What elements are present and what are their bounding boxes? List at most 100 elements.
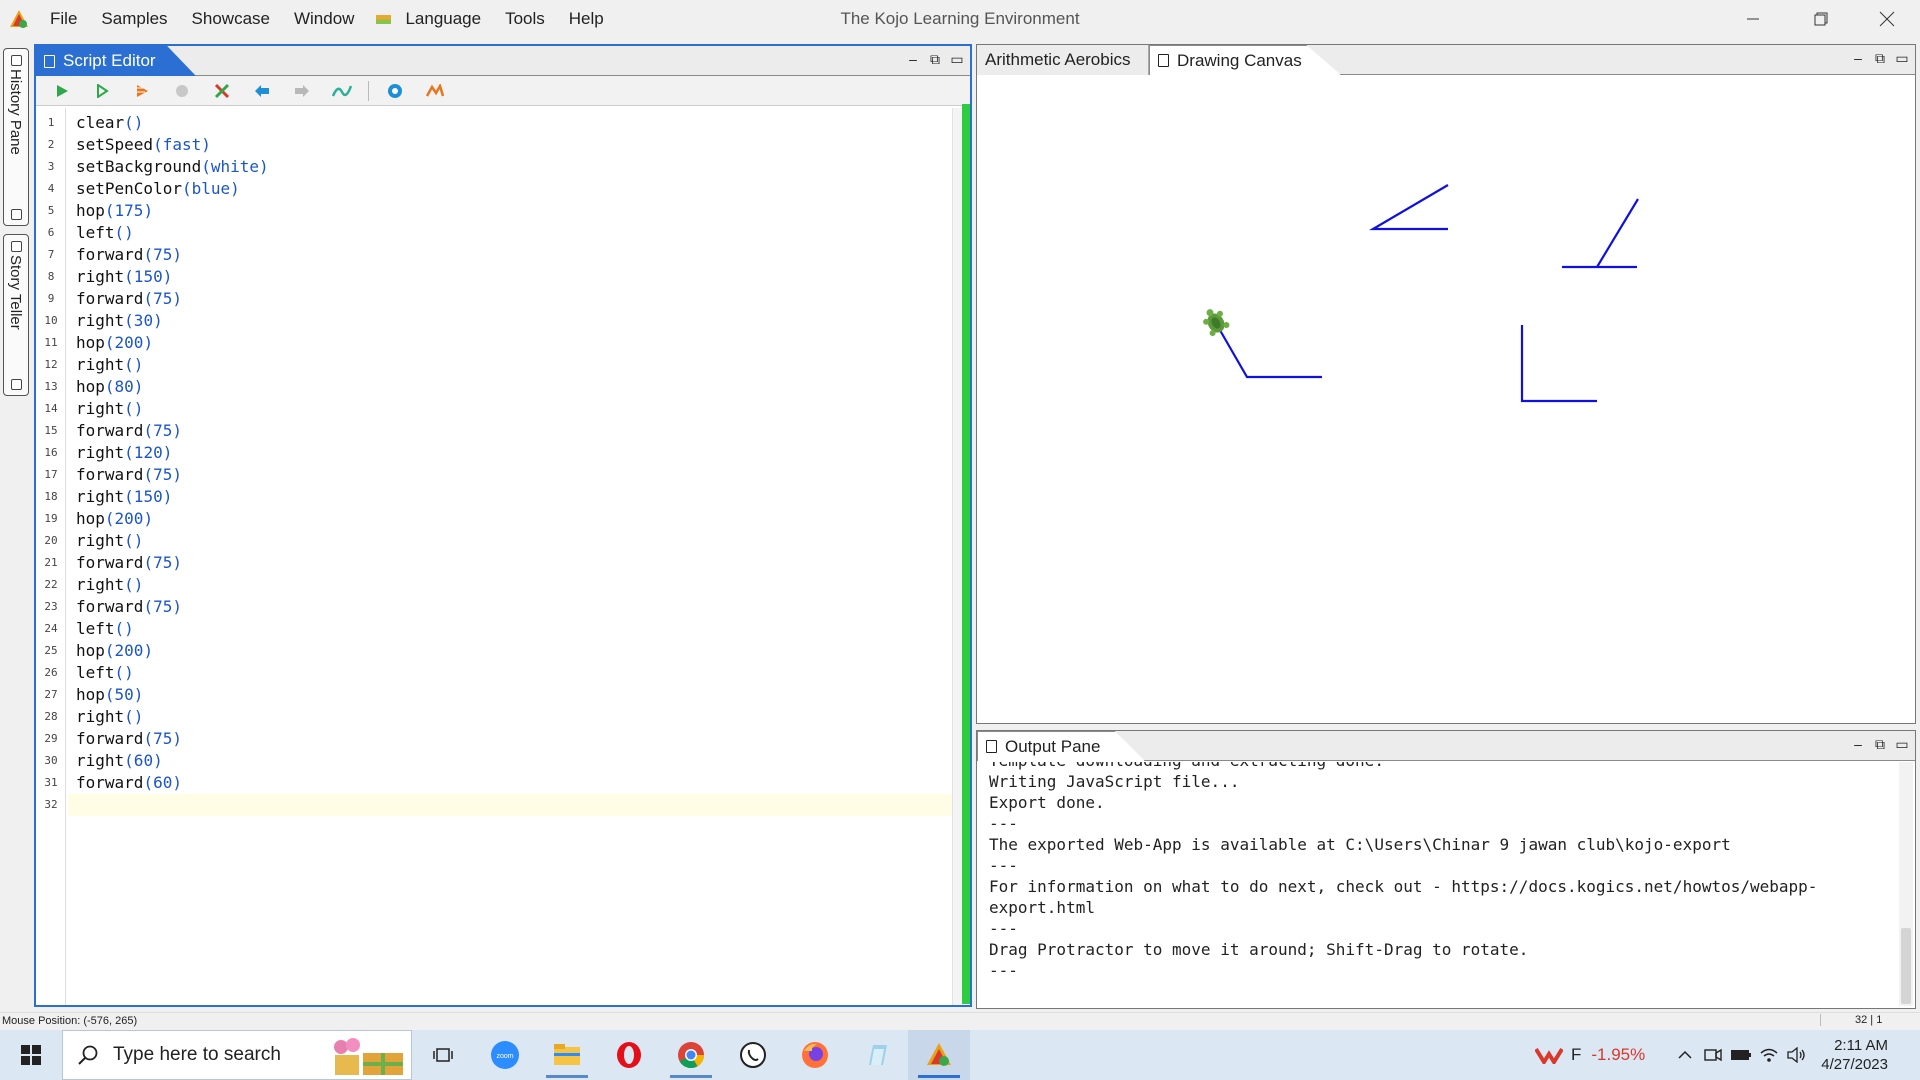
- taskbar-search[interactable]: Type here to search: [62, 1030, 412, 1080]
- code-argument: (50): [104, 685, 144, 704]
- undo-icon: [255, 84, 269, 97]
- menu-help[interactable]: Help: [557, 0, 616, 38]
- file-explorer-app[interactable]: [536, 1030, 598, 1080]
- system-tray: F -1.95% 2:11 AM 4/27/2023: [1535, 1030, 1920, 1080]
- output-scroll-thumb[interactable]: [1901, 928, 1911, 1004]
- code-argument: (75): [143, 245, 182, 264]
- output-text-area[interactable]: Template downloading and extracting done…: [977, 762, 1915, 1008]
- network-button[interactable]: [1755, 1030, 1783, 1080]
- tab-output-pane[interactable]: Output Pane: [977, 731, 1145, 761]
- format-button[interactable]: [328, 79, 356, 103]
- minimize-panel-icon[interactable]: ‒: [1851, 736, 1865, 752]
- code-line: hop(200): [76, 640, 153, 662]
- undo-button[interactable]: [248, 79, 276, 103]
- battery-button[interactable]: [1727, 1030, 1755, 1080]
- menu-showcase[interactable]: Showcase: [180, 0, 282, 38]
- stock-ticker: F: [1571, 1045, 1582, 1064]
- menu-window[interactable]: Window: [282, 0, 366, 38]
- line-number: 29: [44, 732, 58, 745]
- code-line: hop(200): [76, 508, 153, 530]
- menu-language[interactable]: Language: [393, 0, 493, 38]
- drawing-canvas[interactable]: [977, 76, 1915, 723]
- volume-button[interactable]: [1783, 1030, 1811, 1080]
- help-button[interactable]: [381, 79, 409, 103]
- kojo-button[interactable]: [421, 79, 449, 103]
- tab-arithmetic-aerobics-label: Arithmetic Aerobics: [985, 50, 1131, 69]
- canvas-panel-controls: ‒ ⧉ ▭: [1851, 50, 1909, 67]
- output-line: ---: [989, 919, 1018, 938]
- show-hidden-icons-button[interactable]: [1671, 1030, 1699, 1080]
- code-function: right: [76, 575, 125, 594]
- code-function: right: [76, 399, 125, 418]
- clear-button[interactable]: [208, 79, 236, 103]
- maximize-panel-icon[interactable]: ▭: [950, 51, 964, 67]
- code-area[interactable]: 1 2 3 4 5 6 7 8 9 10 11 12 13 14 15 16 17 18 19 20 21 22 23 24 2…: [36, 108, 952, 1005]
- line-number: 4: [47, 182, 55, 195]
- code-function: right: [76, 487, 125, 506]
- pin-icon: [11, 209, 22, 220]
- code-function: hop: [76, 333, 105, 352]
- trace-button[interactable]: [128, 79, 156, 103]
- float-panel-icon[interactable]: ⧉: [928, 51, 942, 67]
- meet-now-button[interactable]: [1699, 1030, 1727, 1080]
- code-argument: (fast): [153, 135, 211, 154]
- restore-button[interactable]: [1790, 0, 1852, 38]
- mouse-position-readout: Mouse Position: (-576, 265): [2, 1015, 138, 1027]
- code-function: forward: [76, 597, 144, 616]
- taskbar-clock[interactable]: 2:11 AM 4/27/2023: [1821, 1036, 1888, 1074]
- story-teller-tab[interactable]: Story Teller: [3, 234, 29, 396]
- code-function: right: [76, 443, 125, 462]
- tab-arithmetic-aerobics[interactable]: Arithmetic Aerobics: [977, 45, 1149, 75]
- minimize-button[interactable]: [1722, 0, 1784, 38]
- code-line: right(150): [76, 266, 172, 288]
- code-argument: (120): [124, 443, 173, 462]
- float-panel-icon[interactable]: ⧉: [1873, 50, 1887, 66]
- menu-tools[interactable]: Tools: [493, 0, 557, 38]
- output-line: Template downloading and extracting done…: [989, 762, 1891, 771]
- minimize-panel-icon[interactable]: ‒: [906, 51, 920, 67]
- minimize-panel-icon[interactable]: ‒: [1851, 50, 1865, 66]
- maximize-panel-icon[interactable]: ▭: [1895, 50, 1909, 66]
- stock-logo-icon: [1535, 1047, 1563, 1064]
- stop-button[interactable]: [168, 79, 196, 103]
- run-button[interactable]: [48, 79, 76, 103]
- maximize-panel-icon[interactable]: ▭: [1895, 736, 1909, 752]
- menu-file[interactable]: File: [38, 0, 89, 38]
- line-number: 27: [44, 688, 58, 701]
- run-worksheet-button[interactable]: [88, 79, 116, 103]
- code-line: left(): [76, 618, 134, 640]
- code-line: setBackground(white): [76, 156, 269, 178]
- redo-button[interactable]: [288, 79, 316, 103]
- search-icon: [78, 1045, 98, 1065]
- notepad-app[interactable]: [846, 1030, 908, 1080]
- code-line: left(): [76, 222, 134, 244]
- opera-app[interactable]: [598, 1030, 660, 1080]
- float-panel-icon[interactable]: ⧉: [1873, 736, 1887, 752]
- tab-script-editor[interactable]: Script Editor: [36, 46, 196, 76]
- task-view-button[interactable]: [412, 1030, 474, 1080]
- panel-window-icon: [11, 55, 22, 66]
- history-pane-tab[interactable]: History Pane: [3, 48, 29, 226]
- line-number: 5: [47, 204, 55, 217]
- notifications-button[interactable]: [1906, 1030, 1920, 1080]
- turtle-path-3: [1520, 325, 1597, 403]
- code-function: left: [76, 663, 115, 682]
- whatsapp-app[interactable]: [722, 1030, 784, 1080]
- line-number: 11: [44, 336, 58, 349]
- line-number: 9: [47, 292, 55, 305]
- kojo-app[interactable]: [908, 1030, 970, 1080]
- line-number: 6: [47, 226, 55, 239]
- zoom-app[interactable]: zoom: [474, 1030, 536, 1080]
- close-button[interactable]: [1856, 0, 1918, 38]
- start-button[interactable]: [0, 1030, 62, 1080]
- svg-text:zoom: zoom: [496, 1053, 513, 1060]
- output-scrollbar[interactable]: [1899, 762, 1913, 1006]
- tab-drawing-canvas[interactable]: Drawing Canvas: [1149, 45, 1341, 75]
- code-argument: (): [114, 619, 134, 638]
- stock-widget[interactable]: F -1.95%: [1535, 1045, 1645, 1065]
- firefox-app[interactable]: [784, 1030, 846, 1080]
- chrome-app[interactable]: [660, 1030, 722, 1080]
- line-number: 2: [47, 138, 55, 151]
- menu-samples[interactable]: Samples: [89, 0, 179, 38]
- code-function: forward: [76, 553, 144, 572]
